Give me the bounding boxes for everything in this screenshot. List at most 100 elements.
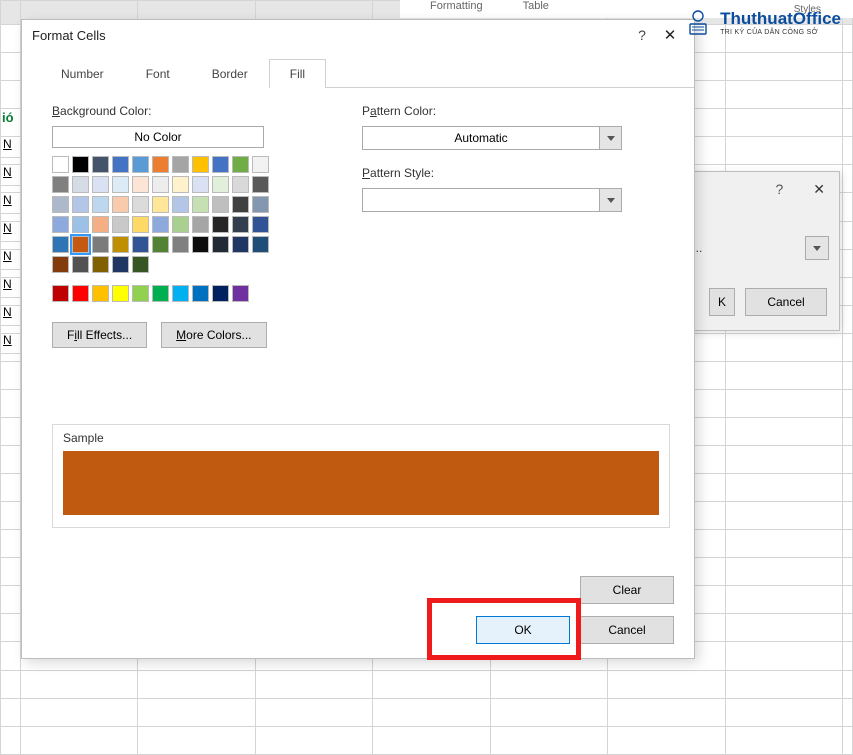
tab-bar: Number Font Border Fill	[40, 58, 694, 88]
color-swatch[interactable]	[52, 196, 69, 213]
color-swatch[interactable]	[72, 196, 89, 213]
color-swatch[interactable]	[212, 236, 229, 253]
color-swatch[interactable]	[232, 285, 249, 302]
color-swatch[interactable]	[52, 285, 69, 302]
color-swatch[interactable]	[72, 216, 89, 233]
color-swatch[interactable]	[212, 285, 229, 302]
color-swatch[interactable]	[72, 156, 89, 173]
tab-fill[interactable]: Fill	[269, 59, 326, 88]
color-swatch[interactable]	[232, 236, 249, 253]
color-swatch[interactable]	[192, 216, 209, 233]
close-icon[interactable]: ✕	[656, 26, 684, 44]
color-swatch[interactable]	[152, 196, 169, 213]
color-swatch[interactable]	[212, 176, 229, 193]
no-color-button[interactable]: No Color	[52, 126, 264, 148]
chevron-down-icon[interactable]	[599, 189, 621, 211]
color-swatch[interactable]	[172, 236, 189, 253]
color-swatch[interactable]	[132, 285, 149, 302]
color-swatch[interactable]	[112, 285, 129, 302]
color-swatch[interactable]	[112, 196, 129, 213]
secondary-dialog: ? ✕ t... K Cancel	[680, 171, 840, 331]
color-swatch[interactable]	[72, 256, 89, 273]
color-swatch[interactable]	[232, 216, 249, 233]
color-swatch[interactable]	[152, 285, 169, 302]
color-swatch[interactable]	[172, 156, 189, 173]
more-colors-button[interactable]: More Colors...	[161, 322, 266, 348]
color-swatch[interactable]	[52, 256, 69, 273]
tab-border[interactable]: Border	[191, 59, 269, 88]
dialog-title: Format Cells	[32, 28, 628, 43]
color-swatch[interactable]	[52, 236, 69, 253]
sample-label: Sample	[63, 431, 659, 445]
color-swatch[interactable]	[212, 196, 229, 213]
color-swatch[interactable]	[192, 196, 209, 213]
color-swatch[interactable]	[132, 256, 149, 273]
color-swatch[interactable]	[112, 176, 129, 193]
color-swatch[interactable]	[212, 156, 229, 173]
pattern-color-dropdown[interactable]: Automatic	[362, 126, 622, 150]
color-swatch[interactable]	[92, 216, 109, 233]
color-swatch[interactable]	[92, 256, 109, 273]
clear-button[interactable]: Clear	[580, 576, 674, 604]
close-icon[interactable]: ✕	[813, 181, 825, 198]
tab-font[interactable]: Font	[125, 59, 191, 88]
bg-color-label: Background Color:	[52, 104, 322, 118]
color-swatch[interactable]	[52, 176, 69, 193]
color-swatch[interactable]	[132, 176, 149, 193]
color-swatch[interactable]	[172, 176, 189, 193]
color-swatch[interactable]	[232, 156, 249, 173]
help-icon[interactable]: ?	[775, 181, 783, 197]
help-icon[interactable]: ?	[628, 27, 656, 43]
color-swatch[interactable]	[252, 236, 269, 253]
watermark-logo: Styles ThuthuatOffice TRI KỶ CỦA DÂN CÔN…	[682, 6, 841, 38]
color-swatch[interactable]	[112, 156, 129, 173]
color-swatch[interactable]	[132, 196, 149, 213]
color-swatch[interactable]	[92, 196, 109, 213]
color-swatch[interactable]	[172, 285, 189, 302]
color-swatch[interactable]	[252, 176, 269, 193]
logo-icon	[682, 6, 714, 38]
color-swatch[interactable]	[92, 176, 109, 193]
chevron-down-icon[interactable]	[599, 127, 621, 149]
color-swatch[interactable]	[72, 236, 89, 253]
color-swatch[interactable]	[132, 236, 149, 253]
color-swatch[interactable]	[232, 176, 249, 193]
color-swatch[interactable]	[132, 156, 149, 173]
color-swatch[interactable]	[192, 236, 209, 253]
color-swatch[interactable]	[192, 156, 209, 173]
color-swatch[interactable]	[52, 156, 69, 173]
color-swatch[interactable]	[92, 236, 109, 253]
tab-number[interactable]: Number	[40, 59, 125, 88]
color-swatch[interactable]	[112, 216, 129, 233]
color-swatch[interactable]	[212, 216, 229, 233]
color-swatch[interactable]	[132, 216, 149, 233]
dropdown-arrow-icon[interactable]	[805, 236, 829, 260]
pattern-style-label: Pattern Style:	[362, 166, 670, 180]
left-partial-cells: NNN NNN NN	[0, 130, 20, 354]
fill-effects-button[interactable]: Fill Effects...	[52, 322, 147, 348]
ok-button[interactable]: OK	[476, 616, 570, 644]
cancel-button[interactable]: Cancel	[580, 616, 674, 644]
ok-button-fragment[interactable]: K	[709, 288, 735, 316]
color-swatch[interactable]	[252, 216, 269, 233]
color-swatch[interactable]	[252, 196, 269, 213]
color-swatch[interactable]	[152, 236, 169, 253]
color-swatch[interactable]	[152, 156, 169, 173]
color-swatch[interactable]	[112, 236, 129, 253]
color-swatch[interactable]	[252, 156, 269, 173]
color-swatch[interactable]	[172, 196, 189, 213]
color-swatch[interactable]	[172, 216, 189, 233]
color-swatch[interactable]	[192, 176, 209, 193]
pattern-style-dropdown[interactable]	[362, 188, 622, 212]
color-swatch[interactable]	[72, 285, 89, 302]
color-swatch[interactable]	[92, 285, 109, 302]
color-swatch[interactable]	[192, 285, 209, 302]
color-swatch[interactable]	[112, 256, 129, 273]
cancel-button[interactable]: Cancel	[745, 288, 827, 316]
color-swatch[interactable]	[92, 156, 109, 173]
color-swatch[interactable]	[152, 216, 169, 233]
color-swatch[interactable]	[52, 216, 69, 233]
color-swatch[interactable]	[152, 176, 169, 193]
color-swatch[interactable]	[72, 176, 89, 193]
color-swatch[interactable]	[232, 196, 249, 213]
